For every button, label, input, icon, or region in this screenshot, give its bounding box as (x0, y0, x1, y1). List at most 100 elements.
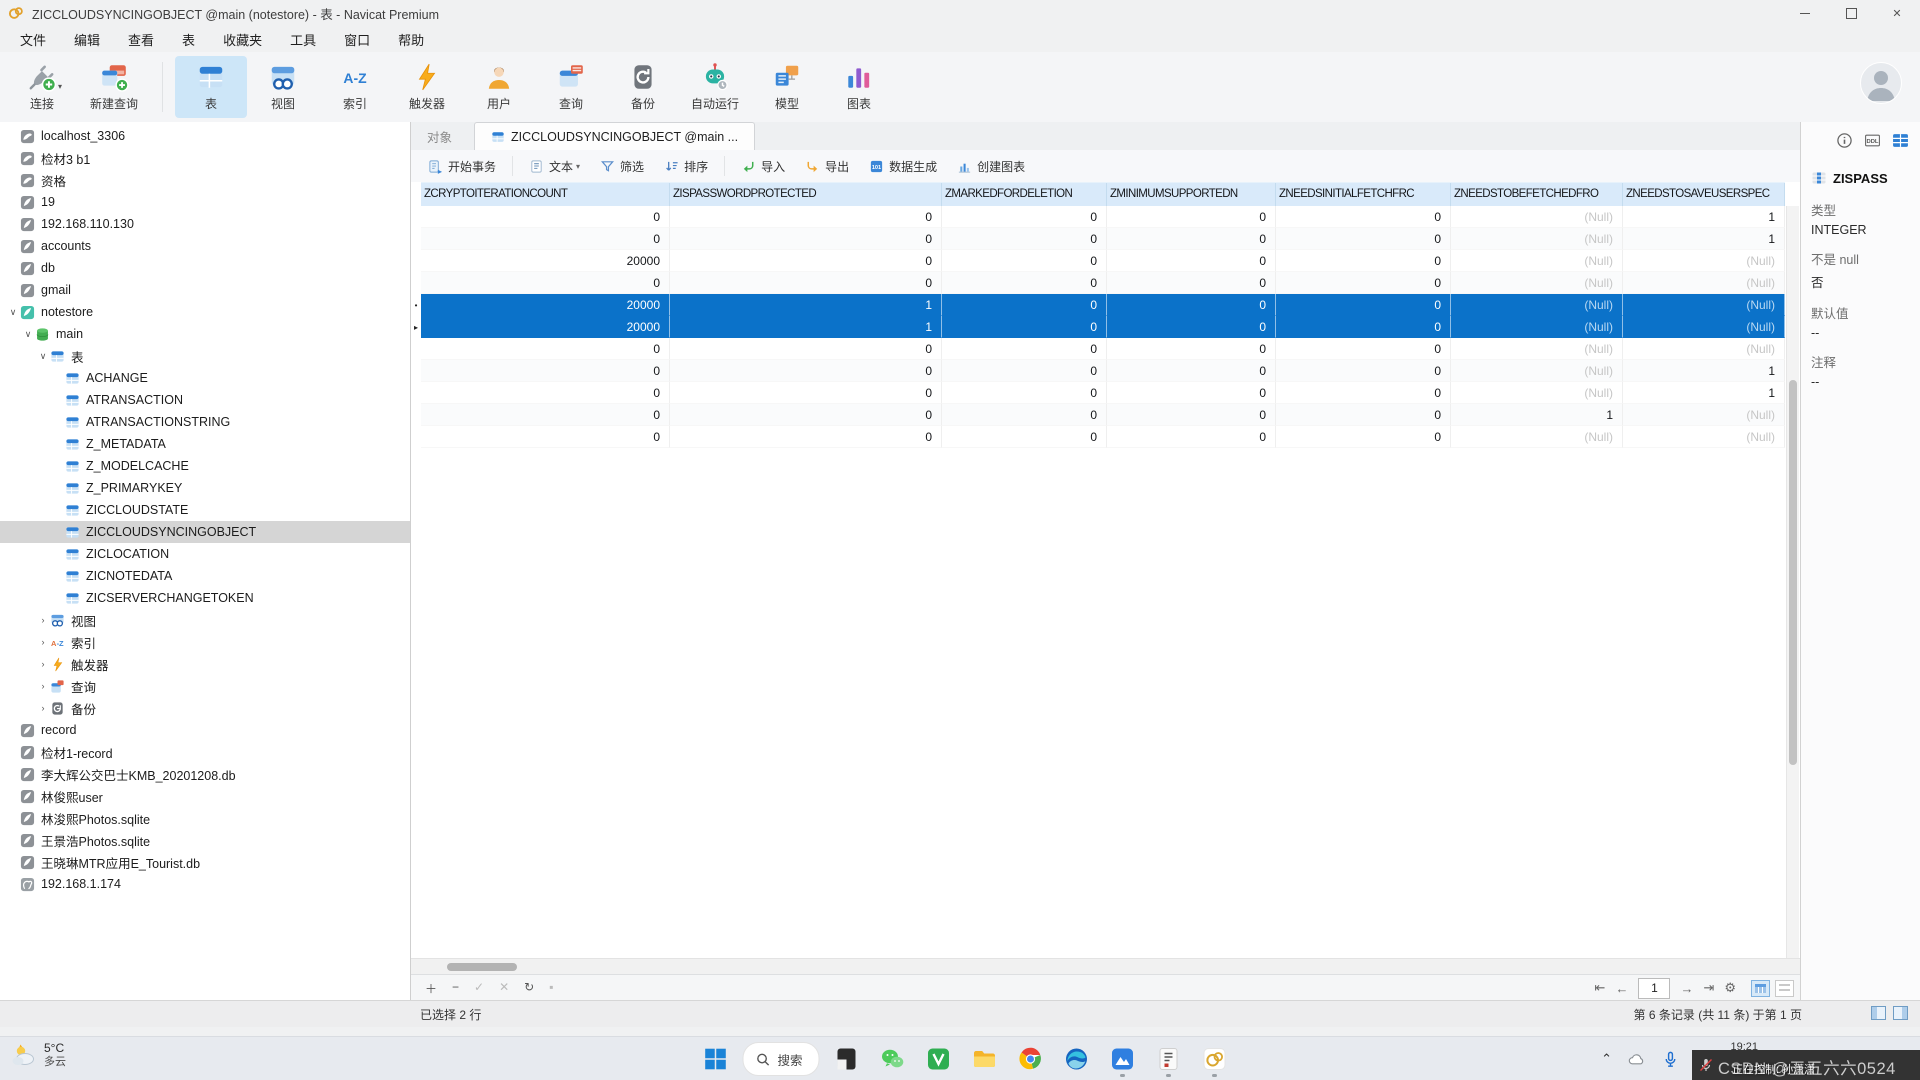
chevron-down-icon[interactable]: ∨ (21, 329, 35, 340)
menu-item-7[interactable]: 帮助 (384, 27, 438, 52)
last-page-button[interactable]: ⇥ (1703, 980, 1714, 996)
tree-item-23[interactable]: ›A-Z索引 (0, 631, 410, 653)
columns-tab[interactable] (1890, 130, 1910, 150)
tree-item-8[interactable]: ∨notestore (0, 301, 410, 323)
grid-toolbar-item-2[interactable]: 筛选 (591, 154, 653, 178)
page-number-input[interactable] (1638, 978, 1670, 999)
cell[interactable]: 0 (1276, 272, 1451, 294)
chevron-right-icon[interactable]: › (36, 637, 50, 647)
cell[interactable]: (Null) (1451, 206, 1623, 228)
grid-toolbar-item-4[interactable]: 导入 (732, 154, 794, 178)
taskbar-blue-app[interactable] (1104, 1040, 1142, 1078)
table-row-11[interactable]: 00000(Null)(Null) (411, 426, 1786, 448)
cell[interactable]: 0 (1107, 316, 1276, 338)
tree-item-13[interactable]: ATRANSACTIONSTRING (0, 411, 410, 433)
cell[interactable]: (Null) (1623, 272, 1785, 294)
menu-item-6[interactable]: 窗口 (330, 27, 384, 52)
tab-0[interactable]: 对象 (411, 123, 468, 150)
cell[interactable]: 1 (1623, 382, 1785, 404)
tree-item-16[interactable]: Z_PRIMARYKEY (0, 477, 410, 499)
toolbar-new-query-button[interactable]: 新建查询 (78, 56, 150, 118)
cell[interactable]: 0 (421, 272, 670, 294)
tree-item-15[interactable]: Z_MODELCACHE (0, 455, 410, 477)
avatar[interactable] (1860, 62, 1902, 104)
taskbar-notes-app[interactable] (1150, 1040, 1188, 1078)
cell[interactable]: 0 (1107, 382, 1276, 404)
cell[interactable]: 0 (1276, 316, 1451, 338)
cell[interactable]: 0 (1276, 338, 1451, 360)
toolbar-model-button[interactable]: 模型 (751, 56, 823, 118)
cell[interactable]: 0 (942, 316, 1107, 338)
cell[interactable]: 0 (1276, 250, 1451, 272)
cell[interactable]: 0 (421, 338, 670, 360)
close-button[interactable]: ✕ (1874, 0, 1920, 26)
minimize-button[interactable] (1782, 0, 1828, 26)
cell[interactable]: 0 (1107, 338, 1276, 360)
tree-item-14[interactable]: Z_METADATA (0, 433, 410, 455)
grid-toolbar-item-5[interactable]: 导出 (796, 154, 858, 178)
cell[interactable]: 0 (942, 404, 1107, 426)
cell[interactable]: 1 (1623, 360, 1785, 382)
chevron-down-icon[interactable]: ∨ (6, 307, 20, 318)
toolbar-chart-button[interactable]: 图表 (823, 56, 895, 118)
tree-item-26[interactable]: ›备份 (0, 697, 410, 719)
cell[interactable]: (Null) (1451, 294, 1623, 316)
cell[interactable]: (Null) (1451, 360, 1623, 382)
tree-item-4[interactable]: 192.168.110.130 (0, 213, 410, 235)
tree-item-20[interactable]: ZICNOTEDATA (0, 565, 410, 587)
cell[interactable]: 0 (942, 228, 1107, 250)
cell[interactable]: 20000 (421, 316, 670, 338)
cell[interactable]: 0 (1107, 360, 1276, 382)
tree-item-29[interactable]: 李大辉公交巴士KMB_20201208.db (0, 763, 410, 785)
chevron-right-icon[interactable]: › (36, 659, 50, 669)
cell[interactable]: 0 (942, 360, 1107, 382)
taskbar-reader-app[interactable] (828, 1040, 866, 1078)
cell[interactable]: 0 (1107, 294, 1276, 316)
taskbar-edge[interactable] (1058, 1040, 1096, 1078)
tree-item-3[interactable]: 19 (0, 191, 410, 213)
cell[interactable]: 0 (670, 206, 942, 228)
cell[interactable]: (Null) (1623, 250, 1785, 272)
cell[interactable]: 0 (670, 272, 942, 294)
toolbar-table-button[interactable]: 表 (175, 56, 247, 118)
table-row-9[interactable]: 00000(Null)1 (411, 382, 1786, 404)
cell[interactable]: 0 (1107, 228, 1276, 250)
cell[interactable]: 0 (942, 294, 1107, 316)
toolbar-user-button[interactable]: 用户 (463, 56, 535, 118)
cell[interactable]: 0 (421, 206, 670, 228)
taskbar-chrome[interactable] (1012, 1040, 1050, 1078)
taskbar-file-explorer[interactable] (966, 1040, 1004, 1078)
menu-item-2[interactable]: 查看 (114, 27, 168, 52)
toolbar-connect-button[interactable]: ▾连接 (6, 56, 78, 118)
cell[interactable]: 0 (942, 338, 1107, 360)
tree-item-18[interactable]: ZICCLOUDSYNCINGOBJECT (0, 521, 410, 543)
table-row-1[interactable]: 00000(Null)1 (411, 206, 1786, 228)
grid-toolbar-item-6[interactable]: 101数据生成 (860, 154, 946, 178)
cell[interactable]: 1 (1623, 228, 1785, 250)
toggle-left-pane-button[interactable] (1871, 1006, 1886, 1020)
cell[interactable]: (Null) (1451, 272, 1623, 294)
discard-record-button[interactable]: ✕ (499, 980, 509, 997)
cell[interactable]: 0 (942, 272, 1107, 294)
cell[interactable]: 0 (1276, 360, 1451, 382)
table-row-6[interactable]: ▸200001000(Null)(Null) (411, 316, 1786, 338)
toolbar-index-button[interactable]: A-Z索引 (319, 56, 391, 118)
tree-item-17[interactable]: ZICCLOUDSTATE (0, 499, 410, 521)
table-row-4[interactable]: 00000(Null)(Null) (411, 272, 1786, 294)
cell[interactable]: 0 (670, 338, 942, 360)
cell[interactable]: 0 (1276, 404, 1451, 426)
cell[interactable]: (Null) (1451, 338, 1623, 360)
add-record-button[interactable]: ＋ (425, 980, 437, 997)
cell[interactable]: 0 (1276, 382, 1451, 404)
cell[interactable]: 0 (421, 228, 670, 250)
tree-item-0[interactable]: localhost_3306 (0, 125, 410, 147)
toggle-right-pane-button[interactable] (1893, 1006, 1908, 1020)
dropdown-caret-icon[interactable]: ▾ (58, 82, 62, 91)
cell[interactable]: (Null) (1623, 404, 1785, 426)
cell[interactable]: 0 (942, 426, 1107, 448)
maximize-button[interactable] (1828, 0, 1874, 26)
cell[interactable]: 0 (1107, 404, 1276, 426)
taskbar-wechat[interactable] (874, 1040, 912, 1078)
cell[interactable]: 0 (942, 382, 1107, 404)
tree-item-1[interactable]: 检材3 b1 (0, 147, 410, 169)
